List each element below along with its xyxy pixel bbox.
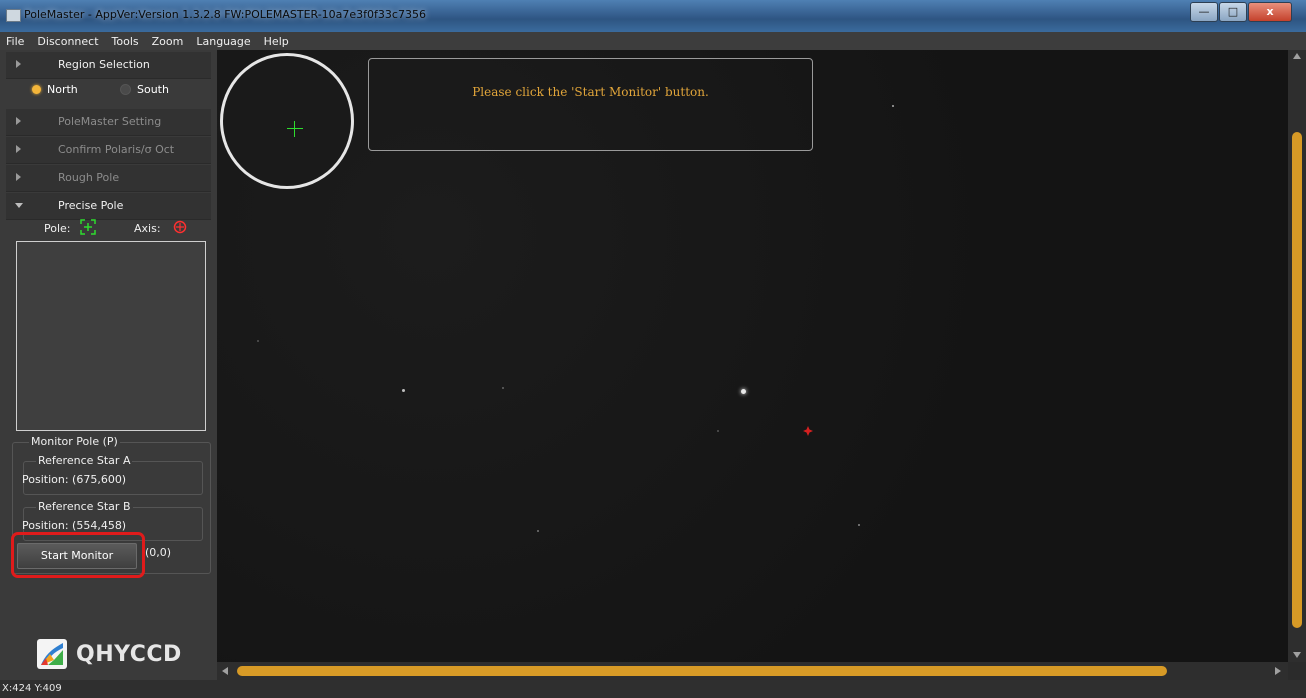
radio-south-label: South: [137, 83, 169, 96]
reference-star-a-position: Position: (675,600): [22, 473, 127, 486]
star: [537, 530, 539, 532]
menu-zoom[interactable]: Zoom: [146, 35, 191, 48]
radio-north-label: North: [47, 83, 78, 96]
scroll-right-icon[interactable]: [1275, 667, 1281, 675]
menu-disconnect[interactable]: Disconnect: [31, 35, 105, 48]
scroll-up-icon[interactable]: [1293, 53, 1301, 59]
zoom-crosshair-icon: [294, 121, 295, 137]
reference-star-a-group: Reference Star A Position: (675,600): [22, 454, 203, 495]
red-target-marker-icon: [803, 426, 813, 436]
radio-south[interactable]: South: [120, 83, 169, 96]
start-monitor-button[interactable]: Start Monitor: [17, 543, 137, 569]
expand-arrow-icon: [16, 173, 21, 181]
menu-file[interactable]: File: [0, 35, 31, 48]
qhyccd-logo-icon: [37, 639, 67, 669]
cursor-coordinates: X:424 Y:409: [2, 683, 62, 694]
section-region-selection[interactable]: Region Selection: [6, 52, 211, 79]
maximize-button[interactable]: □: [1219, 2, 1247, 22]
star: [717, 430, 719, 432]
camera-image-view[interactable]: Please click the 'Start Monitor' button.: [217, 50, 1288, 662]
window-controls: — □ x: [1189, 2, 1292, 22]
star: [892, 105, 894, 107]
radio-unselected-icon: [120, 84, 131, 95]
window-title: PoleMaster - AppVer:Version 1.3.2.8 FW:P…: [24, 8, 426, 21]
radio-selected-icon: [32, 85, 41, 94]
expand-arrow-icon: [16, 145, 21, 153]
section-precise-pole[interactable]: Precise Pole: [6, 193, 211, 220]
collapse-arrow-icon: [15, 203, 23, 208]
section-label: Confirm Polaris/σ Oct: [58, 143, 175, 156]
menu-tools[interactable]: Tools: [106, 35, 146, 48]
star: [402, 389, 405, 392]
section-label: Rough Pole: [58, 171, 120, 184]
expand-arrow-icon: [16, 60, 21, 68]
section-label: PoleMaster Setting: [58, 115, 162, 128]
logo-text: QHYCCD: [76, 641, 182, 667]
minimize-button[interactable]: —: [1190, 2, 1218, 22]
section-label: Region Selection: [58, 58, 150, 71]
scroll-down-icon[interactable]: [1293, 652, 1301, 658]
group-title: Monitor Pole (P): [29, 435, 120, 448]
group-title: Reference Star A: [36, 454, 133, 467]
star: [858, 524, 860, 526]
section-polemaster-setting[interactable]: PoleMaster Setting: [6, 109, 211, 136]
close-button[interactable]: x: [1248, 2, 1292, 22]
pole-axis-legend: Pole: Axis:: [6, 218, 211, 240]
status-bar: X:424 Y:409: [0, 680, 1306, 698]
sidebar: Region Selection North South PoleMaster …: [0, 50, 217, 680]
message-box: Please click the 'Start Monitor' button.: [368, 58, 813, 151]
qhyccd-logo: QHYCCD: [36, 636, 182, 672]
star: [741, 389, 746, 394]
section-label: Precise Pole: [58, 199, 124, 212]
precise-pole-view: [16, 241, 206, 431]
pole-label: Pole:: [44, 222, 71, 235]
axis-label: Axis:: [134, 222, 161, 235]
offset-readout: (0,0): [145, 546, 172, 559]
instruction-message: Please click the 'Start Monitor' button.: [472, 85, 709, 99]
radio-north[interactable]: North: [32, 83, 78, 96]
menu-help[interactable]: Help: [258, 35, 296, 48]
app-icon: [6, 9, 21, 22]
axis-marker-icon: [173, 220, 187, 234]
horizontal-scroll-thumb[interactable]: [237, 666, 1167, 676]
group-title: Reference Star B: [36, 500, 133, 513]
expand-arrow-icon: [16, 117, 21, 125]
zoom-crosshair-icon: [287, 128, 303, 129]
menu-bar: File Disconnect Tools Zoom Language Help: [0, 32, 1306, 50]
menu-language[interactable]: Language: [190, 35, 257, 48]
scroll-left-icon[interactable]: [222, 667, 228, 675]
pole-marker-icon: [80, 219, 96, 235]
star: [502, 387, 504, 389]
section-confirm-polaris[interactable]: Confirm Polaris/σ Oct: [6, 137, 211, 164]
zoom-loupe: [220, 53, 354, 189]
title-bar: PoleMaster - AppVer:Version 1.3.2.8 FW:P…: [0, 0, 1306, 32]
region-radio-group: North South: [6, 78, 211, 104]
star: [257, 340, 259, 342]
horizontal-scrollbar[interactable]: [217, 662, 1288, 680]
vertical-scroll-thumb[interactable]: [1292, 132, 1302, 628]
vertical-scrollbar[interactable]: [1288, 50, 1306, 662]
reference-star-b-position: Position: (554,458): [22, 519, 127, 532]
section-rough-pole[interactable]: Rough Pole: [6, 165, 211, 192]
